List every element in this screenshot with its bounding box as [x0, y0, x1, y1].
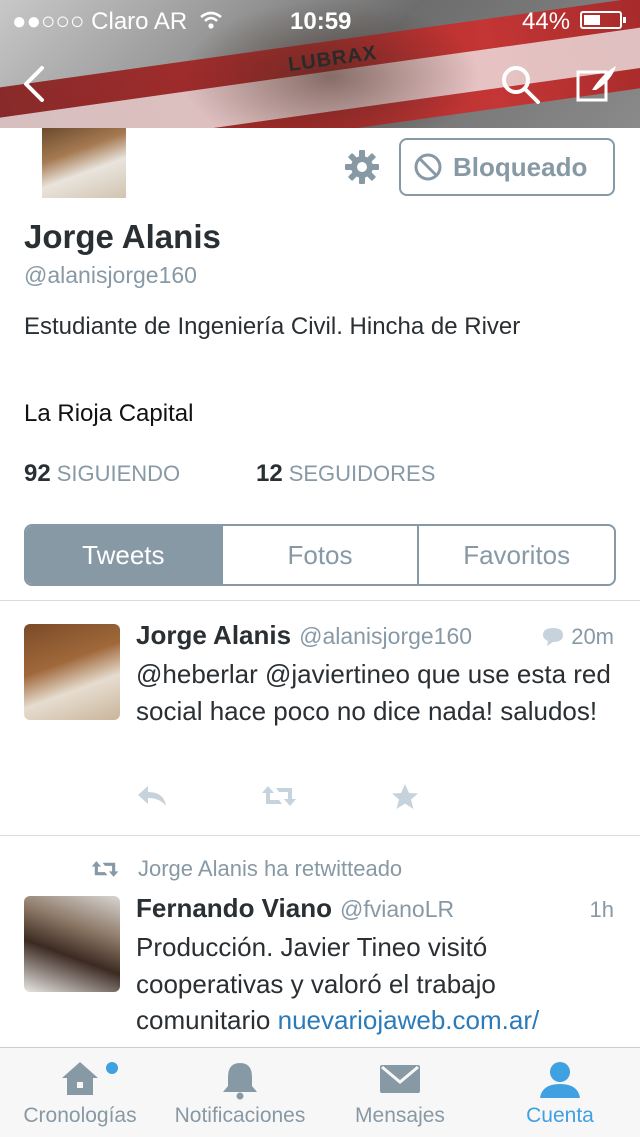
- battery-icon: [580, 11, 626, 29]
- bell-icon: [223, 1063, 257, 1100]
- clock: 10:59: [290, 8, 352, 35]
- tweet-author-name: Fernando Viano: [136, 893, 332, 923]
- favorite-star-icon[interactable]: [390, 782, 420, 812]
- tab-favoritos[interactable]: Favoritos: [417, 526, 614, 584]
- following-label: SIGUIENDO: [56, 461, 181, 486]
- tweet-avatar[interactable]: [24, 896, 120, 992]
- tweet-author-handle: @fvianoLR: [340, 896, 455, 922]
- compose-tweet-icon[interactable]: [572, 60, 620, 108]
- battery-percentage: 44%: [522, 8, 571, 35]
- envelope-icon: [380, 1065, 420, 1093]
- carrier-label: ●●○○○ Claro AR: [12, 8, 188, 35]
- retweet-icon: [91, 861, 119, 877]
- tab-cronologias[interactable]: Cronologías: [0, 1048, 160, 1137]
- tweet-time: 1h: [590, 897, 614, 923]
- followers-label: SEGUIDORES: [288, 461, 436, 486]
- profile-avatar[interactable]: [42, 128, 126, 201]
- profile-tabs: Tweets Fotos Favoritos: [24, 524, 616, 586]
- block-icon: [414, 153, 442, 181]
- tab-tweets[interactable]: Tweets: [26, 526, 221, 584]
- tab-cuenta-label: Cuenta: [526, 1104, 594, 1127]
- profile-header-banner: LUBRAX ●●○○○ Claro AR 10:59 44%: [0, 0, 640, 128]
- retweet-context-label: Jorge Alanis ha retwitteado: [138, 856, 403, 881]
- divider: [0, 600, 640, 601]
- home-icon: [62, 1062, 98, 1095]
- search-icon[interactable]: [496, 60, 544, 108]
- following-stat[interactable]: 92 SIGUIENDO: [24, 460, 180, 488]
- tweet-author[interactable]: Fernando Viano @fvianoLR: [136, 893, 454, 924]
- following-count: 92: [24, 460, 51, 487]
- status-bar: ●●○○○ Claro AR 10:59 44%: [0, 0, 640, 40]
- tab-notificaciones[interactable]: Notificaciones: [160, 1048, 320, 1137]
- tab-mensajes-label: Mensajes: [355, 1104, 445, 1127]
- tab-fotos[interactable]: Fotos: [220, 526, 418, 584]
- blocked-label: Bloqueado: [453, 151, 588, 182]
- tweet-author[interactable]: Jorge Alanis @alanisjorge160: [136, 620, 472, 651]
- divider: [0, 835, 640, 836]
- back-arrow-icon[interactable]: [12, 60, 60, 108]
- reply-icon[interactable]: [136, 782, 168, 810]
- tweet-time-label: 1h: [589, 897, 614, 922]
- tweet-avatar[interactable]: [24, 624, 120, 720]
- profile-bio: Estudiante de Ingeniería Civil. Hincha d…: [24, 313, 521, 340]
- tab-notificaciones-label: Notificaciones: [174, 1104, 306, 1127]
- tweet-author-name: Jorge Alanis: [136, 620, 292, 650]
- tweet-time: 20m: [541, 624, 614, 650]
- blocked-button[interactable]: Bloqueado: [399, 138, 615, 196]
- tweet-author-handle: @alanisjorge160: [299, 623, 473, 649]
- gear-icon[interactable]: [344, 149, 380, 185]
- unread-dot: [106, 1062, 118, 1074]
- conversation-icon: [543, 628, 564, 646]
- profile-location: La Rioja Capital: [24, 400, 194, 427]
- retweet-context: Jorge Alanis ha retwitteado: [90, 856, 402, 882]
- tab-cronologias-label: Cronologías: [23, 1104, 137, 1127]
- tweet-text: @heberlar @javiertineo que use esta red …: [136, 659, 611, 726]
- wifi-icon: [200, 11, 222, 29]
- person-icon: [540, 1062, 580, 1098]
- profile-handle: @alanisjorge160: [24, 262, 197, 288]
- profile-name: Jorge Alanis: [24, 218, 221, 255]
- bottom-tab-bar: Cronologías Notificaciones Mensajes Cuen…: [0, 1047, 640, 1137]
- tweet-time-label: 20m: [571, 624, 614, 649]
- tab-mensajes[interactable]: Mensajes: [320, 1048, 480, 1137]
- followers-count: 12: [256, 460, 283, 487]
- followers-stat[interactable]: 12 SEGUIDORES: [256, 460, 435, 488]
- tab-cuenta[interactable]: Cuenta: [480, 1048, 640, 1137]
- tweet-text: Producción. Javier Tineo visitó cooperat…: [136, 929, 620, 1039]
- tweet-link[interactable]: nuevariojaweb.com.ar/: [278, 1005, 540, 1035]
- retweet-icon[interactable]: [260, 782, 298, 810]
